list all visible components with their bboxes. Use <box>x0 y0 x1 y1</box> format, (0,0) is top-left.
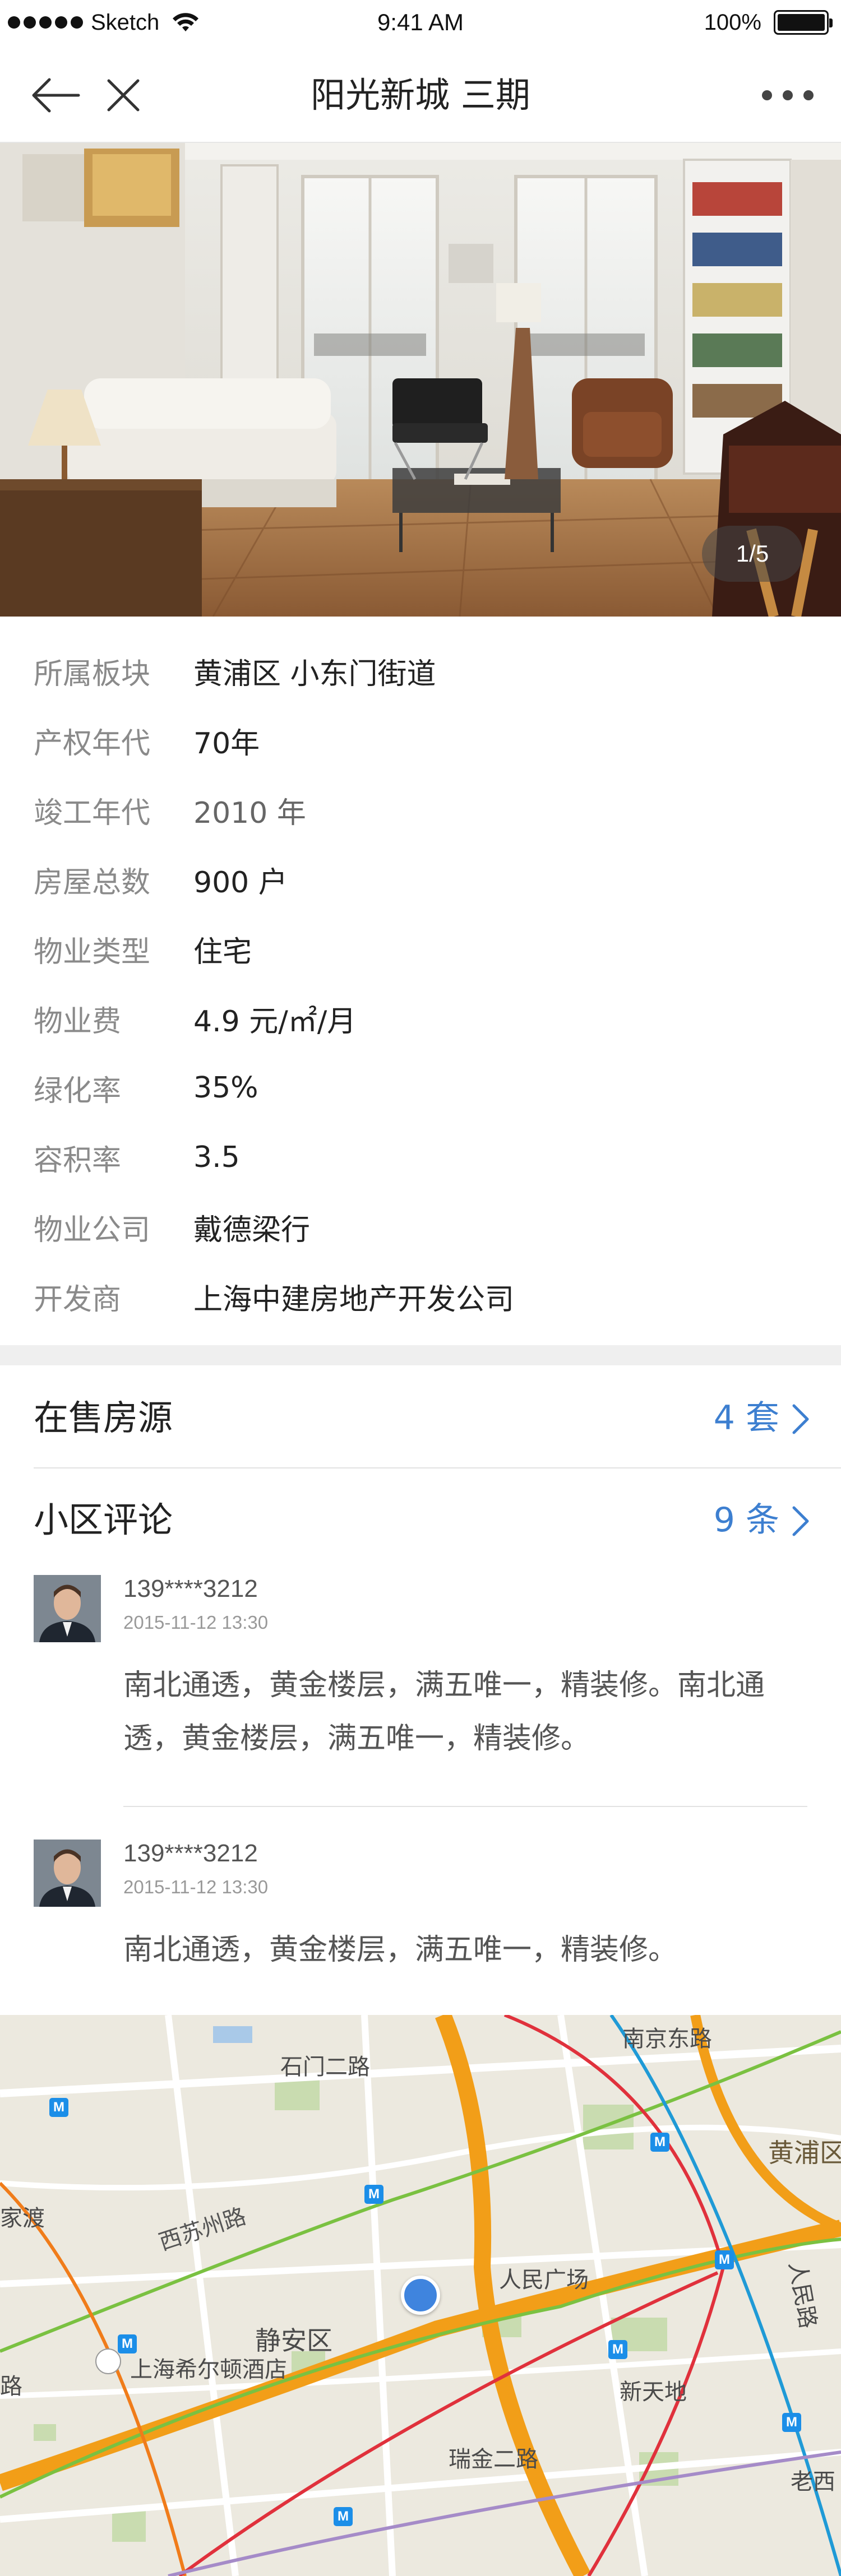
battery-icon <box>774 10 833 35</box>
info-label: 物业费 <box>34 1004 122 1039</box>
info-value: 2010 年 <box>193 796 306 830</box>
info-value: 900 户 <box>193 865 288 900</box>
back-arrow-icon[interactable] <box>27 73 89 118</box>
avatar <box>34 1840 101 1907</box>
community-location-pin-icon[interactable] <box>401 2276 440 2315</box>
status-bar: Sketch 9:41 AM 100% <box>0 0 841 45</box>
map-label-huangpu-district: 黄浦区 <box>768 2138 841 2168</box>
info-label: 竣工年代 <box>34 796 151 830</box>
community-info-list: 所属板块 黄浦区 小东门街道 产权年代 70年 竣工年代 2010 年 房屋总数… <box>0 617 841 1345</box>
map-label-peoples-square: 人民广场 <box>499 2267 589 2293</box>
close-icon[interactable] <box>101 73 146 118</box>
info-row-district: 所属板块 黄浦区 小东门街道 <box>34 646 436 696</box>
info-value: 70年 <box>193 726 260 761</box>
for-sale-count: 4 套 <box>713 1398 779 1438</box>
info-value: 黄浦区 小东门街道 <box>193 657 436 691</box>
info-row-total-households: 房屋总数 900 户 <box>34 854 288 905</box>
info-row-management-fee: 物业费 4.9 元/㎡/月 <box>34 993 356 1044</box>
metro-station-icon: M <box>608 2340 627 2359</box>
metro-station-icon: M <box>650 2133 669 2152</box>
chevron-right-icon <box>792 1506 809 1536</box>
photo-counter: 1/5 <box>702 526 803 582</box>
reviews-title: 小区评论 <box>34 1499 173 1540</box>
more-options-icon[interactable] <box>757 73 819 118</box>
for-sale-title: 在售房源 <box>34 1397 173 1438</box>
info-value: 35% <box>193 1071 258 1105</box>
info-row-developer: 开发商 上海中建房地产开发公司 <box>34 1271 514 1322</box>
status-right: 100% <box>704 6 833 39</box>
metro-station-icon: M <box>118 2334 137 2353</box>
info-value: 戴德梁行 <box>193 1213 311 1247</box>
metro-station-icon: M <box>334 2507 353 2526</box>
review-username: 139****3212 <box>123 1575 258 1602</box>
community-reviews-row[interactable]: 小区评论 9 条 <box>0 1470 841 1570</box>
metro-station-icon: M <box>364 2185 383 2204</box>
row-divider <box>34 1467 841 1468</box>
location-map[interactable]: 南京东路 石门二路 黄浦区 家渡 西苏州路 人民广场 人民路 静安区 路 上海希… <box>0 2015 841 2576</box>
review-username: 139****3212 <box>123 1840 258 1867</box>
map-label-laoxi: 老西 <box>791 2469 835 2495</box>
avatar <box>34 1575 101 1642</box>
map-label-road-fragment: 路 <box>0 2374 22 2399</box>
info-label: 容积率 <box>34 1143 122 1178</box>
info-label: 产权年代 <box>34 726 151 761</box>
info-label: 物业类型 <box>34 935 151 969</box>
review-timestamp: 2015-11-12 13:30 <box>123 1877 269 1897</box>
metro-station-icon: M <box>715 2250 734 2269</box>
info-label: 物业公司 <box>34 1213 151 1247</box>
map-label-ruijin-road: 瑞金二路 <box>449 2447 538 2472</box>
review-text: 南北通透，黄金楼层，满五唯一，精装修。南北通透，黄金楼层，满五唯一，精装修。 <box>123 1669 765 1755</box>
map-label-hilton-hotel: 上海希尔顿酒店 <box>130 2357 287 2383</box>
map-label-xintiandi: 新天地 <box>620 2379 687 2405</box>
metro-station-icon: M <box>782 2413 801 2432</box>
info-label: 所属板块 <box>34 657 151 691</box>
map-label-shimen-road: 石门二路 <box>280 2054 370 2080</box>
info-label: 开发商 <box>34 1282 122 1317</box>
info-label: 房屋总数 <box>34 865 151 900</box>
navigation-bar: 阳光新城 三期 <box>0 45 841 143</box>
info-value: 住宅 <box>193 935 252 969</box>
for-sale-listings-row[interactable]: 在售房源 4 套 <box>0 1368 841 1468</box>
chevron-right-icon <box>792 1404 809 1434</box>
user-avatar-icon <box>34 1575 101 1642</box>
reviews-count: 9 条 <box>713 1500 779 1540</box>
info-value: 3.5 <box>193 1141 240 1174</box>
info-label: 绿化率 <box>34 1074 122 1108</box>
info-value: 4.9 元/㎡/月 <box>193 1004 357 1039</box>
property-photo-gallery[interactable]: 1/5 <box>0 143 841 617</box>
info-row-plot-ratio: 容积率 3.5 <box>34 1132 240 1183</box>
info-row-property-rights-years: 产权年代 70年 <box>34 715 260 766</box>
review-divider <box>123 1806 807 1807</box>
map-label-nanjing-east-road: 南京东路 <box>622 2026 712 2052</box>
info-value: 上海中建房地产开发公司 <box>193 1282 515 1317</box>
info-row-management-company: 物业公司 戴德梁行 <box>34 1202 310 1252</box>
metro-station-icon: M <box>49 2098 68 2117</box>
info-row-property-type: 物业类型 住宅 <box>34 924 252 974</box>
battery-percent: 100% <box>704 10 761 35</box>
review-timestamp: 2015-11-12 13:30 <box>123 1612 269 1633</box>
page-title: 阳光新城 三期 <box>311 75 530 115</box>
section-divider <box>0 1345 841 1365</box>
info-row-green-ratio: 绿化率 35% <box>34 1063 258 1113</box>
map-label-jiadu: 家渡 <box>0 2206 45 2231</box>
info-row-completion-year: 竣工年代 2010 年 <box>34 785 306 835</box>
review-text: 南北通透，黄金楼层，满五唯一，精装修。 <box>123 1933 678 1967</box>
hotel-icon <box>95 2348 121 2374</box>
user-avatar-icon <box>34 1840 101 1907</box>
